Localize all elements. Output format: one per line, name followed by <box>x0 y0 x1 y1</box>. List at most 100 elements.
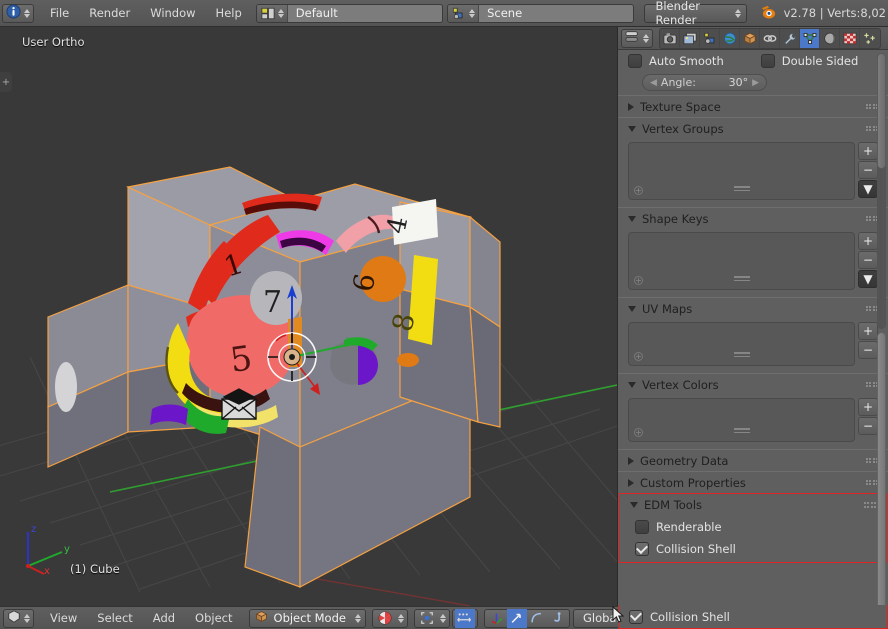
panel-shape-keys[interactable]: Shape Keys <box>618 207 888 229</box>
editor-type-chevrons <box>23 611 31 626</box>
snap-toggle[interactable] <box>451 608 478 628</box>
view-orientation-label: User Ortho <box>22 35 85 49</box>
menu-add[interactable]: Add <box>143 609 185 627</box>
properties-scrollbar-lower[interactable] <box>877 332 886 606</box>
auto-smooth-checkbox[interactable] <box>628 54 642 68</box>
vertex-group-specials-menu[interactable]: ▼ <box>858 180 878 198</box>
menu-object[interactable]: Object <box>185 609 242 627</box>
panel-geometry-data[interactable]: Geometry Data <box>618 449 888 471</box>
scene-name[interactable]: Scene <box>478 4 634 22</box>
list-resize-grip[interactable] <box>733 276 750 283</box>
chevron-down-icon <box>628 215 636 222</box>
panel-texture-space[interactable]: Texture Space <box>618 95 888 117</box>
slider-right-arrow[interactable]: ▶ <box>752 78 759 88</box>
translate-manipulator[interactable] <box>487 609 507 628</box>
panel-uv-maps[interactable]: UV Maps <box>618 297 888 319</box>
renderable-checkbox[interactable] <box>635 520 649 534</box>
vertex-colors-buttons: + − <box>858 398 878 442</box>
scrollbar-thumb[interactable] <box>877 53 886 169</box>
properties-scrollbar-upper[interactable] <box>877 53 886 329</box>
menu-render[interactable]: Render <box>79 4 140 22</box>
pivot-point-selector[interactable] <box>413 608 450 628</box>
render-layers-tab[interactable] <box>680 28 700 48</box>
panel-vertex-colors[interactable]: Vertex Colors <box>618 373 888 395</box>
collision-shell-label: Collision Shell <box>656 542 736 556</box>
solid-shading-icon[interactable] <box>375 609 395 628</box>
slider-left-arrow[interactable]: ◀ <box>650 78 657 88</box>
viewport-shading-selector[interactable] <box>371 608 408 628</box>
object-mode-icon <box>255 610 268 626</box>
scene-tab[interactable] <box>700 28 720 48</box>
list-expand-icon[interactable]: + <box>634 186 643 195</box>
object-data-tab[interactable] <box>800 28 820 48</box>
menu-window[interactable]: Window <box>140 4 205 22</box>
uv-maps-buttons: + − <box>858 322 878 366</box>
menu-view[interactable]: View <box>40 609 87 627</box>
3d-view-editor-type-button[interactable] <box>3 608 34 628</box>
screen-layout-selector[interactable]: Default <box>255 3 444 23</box>
list-resize-grip[interactable] <box>733 352 750 359</box>
svg-text:7: 7 <box>263 285 282 320</box>
list-resize-grip[interactable] <box>733 186 750 193</box>
extra-manipulator[interactable] <box>547 609 567 628</box>
screen-layout-name[interactable]: Default <box>286 4 443 22</box>
texture-tab[interactable] <box>840 28 860 48</box>
chevron-right-icon <box>628 456 634 465</box>
add-vertex-color-button[interactable]: + <box>858 398 878 416</box>
menu-select[interactable]: Select <box>87 609 142 627</box>
add-vertex-group-button[interactable]: + <box>858 142 878 160</box>
shape-keys-list[interactable]: + <box>628 232 855 290</box>
remove-vertex-color-button[interactable]: − <box>858 417 878 435</box>
scale-manipulator[interactable] <box>527 609 547 628</box>
double-sided-checkbox[interactable] <box>760 54 775 68</box>
render-engine-selector[interactable]: Blender Render <box>644 0 747 27</box>
remove-vertex-group-button[interactable]: − <box>858 161 878 179</box>
add-uv-map-button[interactable]: + <box>858 322 878 340</box>
remove-shape-key-button[interactable]: − <box>858 251 878 269</box>
properties-content[interactable]: Auto Smooth Double Sided ◀ Angle: 30° ▶ <box>618 50 888 606</box>
info-editor-icon <box>6 4 21 22</box>
material-tab[interactable] <box>820 28 840 48</box>
vertex-groups-list[interactable]: + <box>628 142 855 200</box>
panel-shape-keys-title: Shape Keys <box>642 211 709 226</box>
scene-selector[interactable]: Scene <box>447 3 635 23</box>
list-expand-icon[interactable]: + <box>634 428 643 437</box>
3d-viewport[interactable]: 1 5 7 4 6 8 User Ortho + (1) Cube z y x <box>0 27 617 606</box>
particles-tab[interactable] <box>860 29 880 48</box>
scrollbar-thumb[interactable] <box>877 332 886 606</box>
properties-editor-type-button[interactable] <box>621 28 653 48</box>
add-shape-key-button[interactable]: + <box>858 232 878 250</box>
interaction-mode-selector[interactable]: Object Mode <box>248 608 366 628</box>
list-resize-grip[interactable] <box>733 428 750 435</box>
object-tab[interactable] <box>740 28 760 48</box>
menu-file[interactable]: File <box>40 4 79 22</box>
collision-shell-checkbox[interactable] <box>635 542 649 556</box>
list-expand-icon[interactable]: + <box>634 352 643 361</box>
panel-custom-properties[interactable]: Custom Properties <box>618 471 888 493</box>
renderable-row: Renderable <box>630 516 876 538</box>
menu-help[interactable]: Help <box>206 4 252 22</box>
collision-shell-checkbox-overlay[interactable] <box>629 609 643 624</box>
shape-key-specials-menu[interactable]: ▼ <box>858 270 878 288</box>
list-expand-icon[interactable]: + <box>634 276 643 285</box>
panel-grip-icon <box>863 502 876 508</box>
auto-smooth-angle-slider[interactable]: ◀ Angle: 30° ▶ <box>642 74 767 91</box>
snap-magnet-icon[interactable] <box>454 608 475 628</box>
constraints-tab[interactable] <box>760 28 780 48</box>
rotate-manipulator[interactable] <box>506 608 527 628</box>
panel-edm-tools-header[interactable]: EDM Tools <box>620 494 886 516</box>
panel-vertex-groups[interactable]: Vertex Groups <box>618 117 888 139</box>
render-tab[interactable] <box>660 28 680 48</box>
world-tab[interactable] <box>720 28 740 48</box>
info-editor-type-button[interactable] <box>2 3 34 23</box>
uv-maps-list[interactable]: + <box>628 322 855 366</box>
toolshelf-toggle[interactable]: + <box>0 72 12 92</box>
vertex-colors-list[interactable]: + <box>628 398 855 442</box>
pivot-point-icon[interactable] <box>417 609 437 628</box>
remove-uv-map-button[interactable]: − <box>858 341 878 359</box>
panel-vertex-colors-title: Vertex Colors <box>642 377 719 392</box>
angle-label: Angle: <box>660 76 696 89</box>
chevron-down-icon <box>628 125 636 132</box>
modifiers-tab[interactable] <box>780 28 800 48</box>
shape-keys-list-area: + + − ▼ <box>618 229 888 297</box>
